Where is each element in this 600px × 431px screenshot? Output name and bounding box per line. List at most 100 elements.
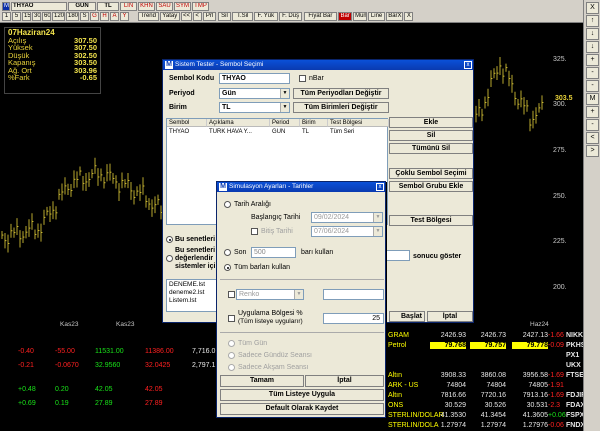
period-select[interactable]: Gün ▼ bbox=[219, 88, 290, 99]
list-item[interactable]: deneme2.lst bbox=[169, 289, 204, 297]
delete-all-button[interactable]: Tümünü Sil bbox=[389, 143, 473, 154]
last-bars-input[interactable]: 500 bbox=[251, 247, 296, 258]
drawing-tool-button[interactable]: < bbox=[192, 12, 202, 21]
period-button[interactable]: 180 bbox=[66, 12, 79, 21]
table-cell[interactable]: TL bbox=[300, 128, 328, 136]
side-tool-button[interactable]: ↑ bbox=[586, 15, 599, 27]
side-tool-button[interactable]: + bbox=[586, 54, 599, 66]
add-button[interactable]: Ekle bbox=[389, 117, 473, 128]
drawing-tool-button[interactable]: Yatay bbox=[159, 12, 180, 21]
close-icon[interactable]: x bbox=[464, 61, 472, 69]
drawing-tool-button[interactable]: T.Sil bbox=[232, 12, 253, 21]
drawing-tool-button[interactable]: F. Düş bbox=[278, 12, 303, 21]
add-symbol-group-button[interactable]: Sembol Grubu Ekle bbox=[389, 181, 473, 192]
delete-button[interactable]: Sil bbox=[389, 130, 473, 141]
side-tool-button[interactable]: M bbox=[586, 93, 599, 105]
cancel-button[interactable]: İptal bbox=[305, 375, 384, 387]
end-date-picker[interactable]: 07/06/2024 ▼ bbox=[311, 226, 383, 237]
toolbar-view-button[interactable]: H bbox=[100, 12, 109, 21]
session-radio[interactable] bbox=[228, 340, 235, 347]
unit-select[interactable]: TL ▼ bbox=[219, 102, 290, 113]
toolbar-mode-button[interactable]: KHN bbox=[138, 2, 155, 11]
nbar-checkbox[interactable] bbox=[299, 75, 306, 82]
col-header[interactable]: Period bbox=[270, 119, 300, 127]
side-tool-button[interactable]: - bbox=[586, 67, 599, 79]
renko-input[interactable] bbox=[323, 289, 384, 300]
side-tool-button[interactable]: - bbox=[586, 80, 599, 92]
last-bars-radio[interactable] bbox=[224, 249, 231, 256]
menu-m-button[interactable]: M bbox=[2, 2, 10, 11]
side-tool-button[interactable]: > bbox=[586, 145, 599, 157]
table-cell[interactable]: THYAO bbox=[167, 128, 207, 136]
apply-region-checkbox[interactable] bbox=[228, 315, 235, 322]
toolbar-mode-button[interactable]: SAU bbox=[156, 2, 173, 11]
side-tool-button[interactable]: X bbox=[586, 2, 599, 14]
drawing-tool-button[interactable]: Bar bbox=[338, 12, 353, 21]
multi-symbol-button[interactable]: Çoklu Sembol Seçimi bbox=[389, 168, 473, 179]
table-cell[interactable]: TURK HAVA Y... bbox=[207, 128, 270, 136]
close-icon[interactable]: x bbox=[376, 183, 384, 191]
period-button[interactable]: 1 bbox=[2, 12, 11, 21]
side-tool-button[interactable]: ↓ bbox=[586, 28, 599, 40]
col-header[interactable]: Sembol bbox=[167, 119, 207, 127]
side-tool-button[interactable]: < bbox=[586, 132, 599, 144]
list-files[interactable]: DENEME.lst deneme2.lst Listem.lst bbox=[166, 279, 218, 312]
drawing-tool-button[interactable]: Sil bbox=[217, 12, 232, 21]
ok-button[interactable]: Tamam bbox=[220, 375, 304, 387]
col-header[interactable]: Birim bbox=[300, 119, 328, 127]
toolbar-view-button[interactable]: G bbox=[90, 12, 99, 21]
toolbar-mode-button[interactable]: LIN bbox=[120, 2, 137, 11]
apply-to-all-button[interactable]: Tüm Listeye Uygula bbox=[220, 389, 384, 401]
period-field[interactable]: GUN bbox=[68, 2, 96, 11]
drawing-tool-button[interactable]: Fiyat Bar bbox=[303, 12, 338, 21]
table-cell[interactable]: Tüm Seri bbox=[328, 128, 389, 136]
period-button[interactable]: S bbox=[80, 12, 89, 21]
col-header[interactable]: Test Bölgesi bbox=[328, 119, 389, 127]
side-tool-button[interactable]: + bbox=[586, 106, 599, 118]
start-date-picker[interactable]: 09/02/2024 ▼ bbox=[311, 212, 383, 223]
end-date-checkbox[interactable] bbox=[251, 228, 258, 235]
session-radio[interactable] bbox=[228, 364, 235, 371]
option-radio[interactable] bbox=[166, 255, 173, 262]
symbol-code-input[interactable]: THYAO bbox=[219, 73, 290, 84]
save-default-button[interactable]: Default Olarak Kaydet bbox=[220, 403, 384, 415]
period-button[interactable]: 30 bbox=[32, 12, 41, 21]
toolbar-view-button[interactable]: A bbox=[110, 12, 119, 21]
drawing-tool-button[interactable]: Prl bbox=[202, 12, 217, 21]
drawing-tool-button[interactable]: X bbox=[404, 12, 414, 21]
side-tool-button[interactable]: - bbox=[586, 119, 599, 131]
toolbar-mode-button[interactable]: TMP bbox=[192, 2, 209, 11]
drawing-tool-button[interactable]: Trend bbox=[138, 12, 159, 21]
toolbar-view-button[interactable]: Y bbox=[120, 12, 129, 21]
date-range-radio[interactable] bbox=[224, 201, 231, 208]
apply-region-input[interactable]: 25 bbox=[323, 313, 384, 324]
side-tool-button[interactable]: ↓ bbox=[586, 41, 599, 53]
cancel-button[interactable]: İptal bbox=[427, 311, 473, 322]
start-button[interactable]: Başlat bbox=[389, 311, 425, 322]
test-region-button[interactable]: Test Bölgesi bbox=[389, 215, 473, 226]
drawing-tool-button[interactable]: BarX bbox=[386, 12, 404, 21]
change-all-periods-button[interactable]: Tüm Periyodları Değiştir bbox=[293, 88, 389, 99]
symbol-field[interactable]: THYAO bbox=[11, 2, 67, 11]
renko-checkbox[interactable] bbox=[228, 291, 235, 298]
list-item[interactable]: Listem.lst bbox=[169, 297, 196, 305]
price-cell: 7816.66 bbox=[440, 392, 466, 399]
period-button[interactable]: 60 bbox=[42, 12, 51, 21]
toolbar-mode-button[interactable]: SYM bbox=[174, 2, 191, 11]
session-radio[interactable] bbox=[228, 352, 235, 359]
table-cell[interactable]: GUN bbox=[270, 128, 300, 136]
period-button[interactable]: 5 bbox=[12, 12, 21, 21]
drawing-tool-button[interactable]: << bbox=[181, 12, 192, 21]
list-item[interactable]: DENEME.lst bbox=[169, 281, 205, 289]
period-button[interactable]: 120 bbox=[52, 12, 65, 21]
col-header[interactable]: Açıklama bbox=[207, 119, 270, 127]
renko-select[interactable]: Renko ▼ bbox=[236, 289, 304, 300]
drawing-tool-button[interactable]: F. Yük bbox=[253, 12, 278, 21]
all-bars-radio[interactable] bbox=[224, 264, 231, 271]
drawing-tool-button[interactable]: Mum bbox=[353, 12, 367, 21]
change-all-units-button[interactable]: Tüm Birimleri Değiştir bbox=[293, 102, 389, 113]
option-radio[interactable] bbox=[166, 236, 173, 243]
unit-field[interactable]: TL bbox=[97, 2, 119, 11]
drawing-tool-button[interactable]: Line bbox=[368, 12, 386, 21]
period-button[interactable]: 15 bbox=[22, 12, 31, 21]
